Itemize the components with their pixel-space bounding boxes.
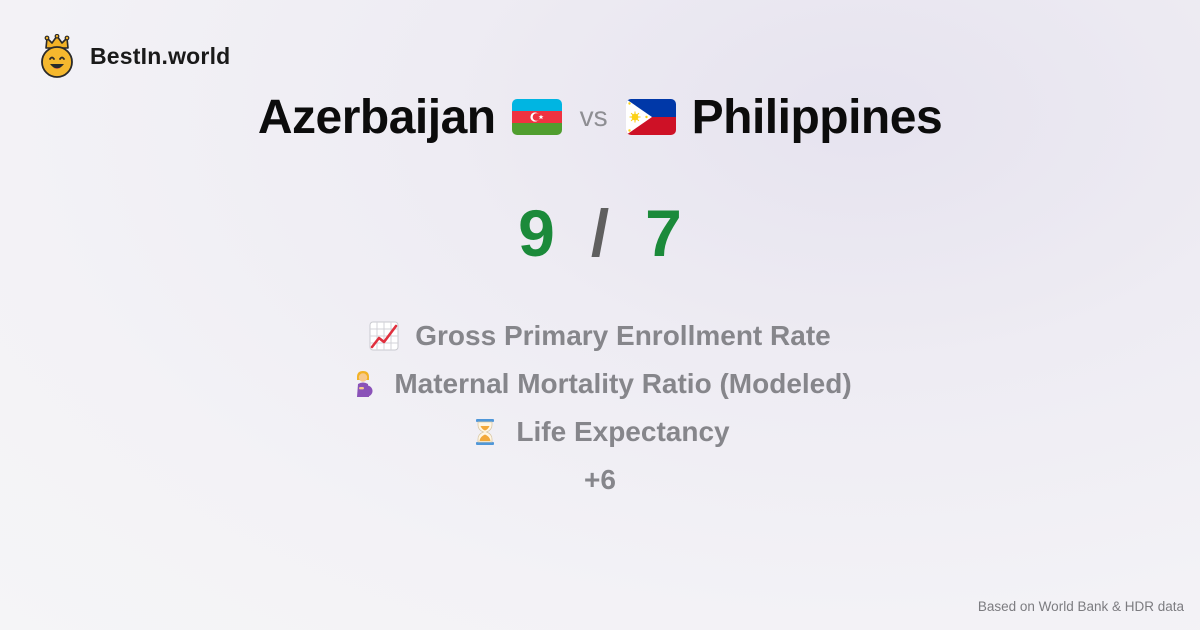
metric-label: Gross Primary Enrollment Rate (415, 320, 831, 351)
hourglass-icon (476, 419, 495, 445)
pregnant-woman-icon (357, 371, 373, 397)
metric-item[interactable]: Life Expectancy (470, 408, 730, 456)
left-country-name[interactable]: Azerbaijan (258, 90, 496, 145)
metric-item[interactable]: Maternal Mortality Ratio (Modeled) (348, 360, 852, 408)
comparison-title: Azerbaijan vs Philippines (0, 86, 1200, 148)
right-score: 7 (645, 196, 682, 270)
score-separator: / (590, 196, 610, 270)
brand-name: BestIn.world (90, 42, 231, 69)
more-metrics-count[interactable]: +6 (584, 456, 616, 504)
vs-label: vs (579, 101, 608, 132)
philippines-flag-icon (625, 99, 676, 135)
data-source-note: Based on World Bank & HDR data (977, 599, 1184, 614)
metric-label: Life Expectancy (516, 416, 730, 447)
crowned-smiley-icon (41, 34, 73, 78)
azerbaijan-flag-icon (511, 99, 562, 135)
metrics-list: Gross Primary Enrollment Rate Maternal M… (0, 312, 1200, 504)
brand[interactable]: BestIn.world (38, 34, 230, 78)
metric-label: Maternal Mortality Ratio (Modeled) (394, 368, 852, 399)
left-score: 9 (518, 196, 555, 270)
right-country-name[interactable]: Philippines (692, 90, 943, 145)
chart-increasing-icon (369, 321, 399, 351)
metric-item[interactable]: Gross Primary Enrollment Rate (369, 312, 831, 360)
score: 9 / 7 (0, 190, 1200, 276)
